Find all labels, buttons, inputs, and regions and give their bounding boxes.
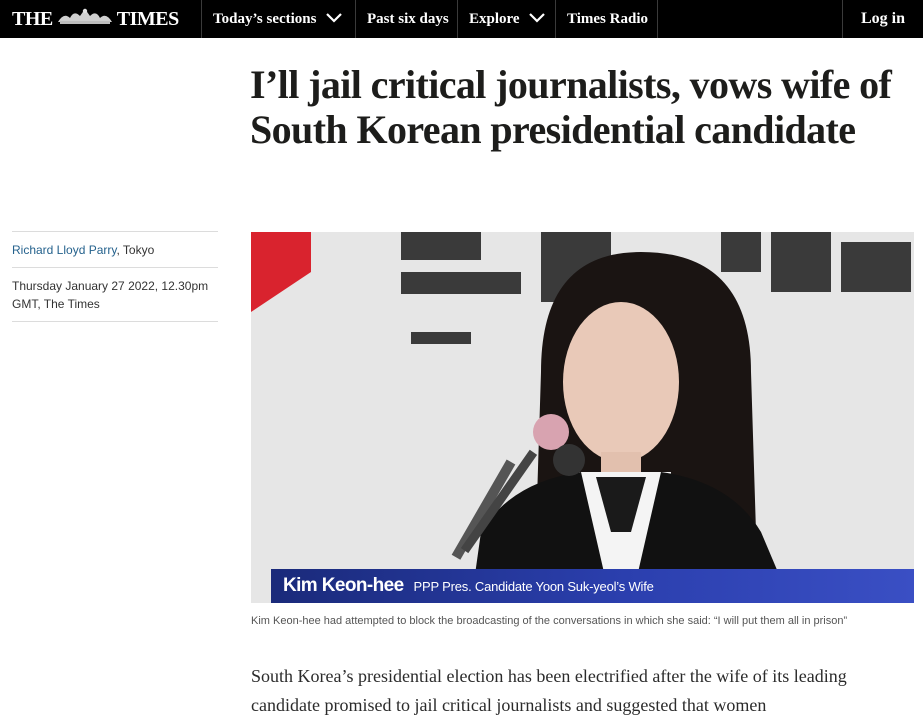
article-body-paragraph: South Korea’s presidential election has …: [251, 666, 847, 715]
author-link[interactable]: Richard Lloyd Parry: [12, 243, 116, 257]
nav-past-six-days-label: Past six days: [367, 10, 449, 27]
chevron-down-icon: [325, 11, 342, 28]
nav-past-six-days[interactable]: Past six days: [355, 0, 457, 38]
chevron-down-icon: [528, 11, 545, 28]
nav-todays-sections[interactable]: Today’s sections: [201, 0, 356, 38]
hero-photo-illustration: [251, 232, 914, 603]
byline: Richard Lloyd Parry, Tokyo: [12, 231, 218, 267]
login-button[interactable]: Log in: [842, 0, 923, 38]
tv-lower-third-banner: Kim Keon-hee PPP Pres. Candidate Yoon Su…: [271, 569, 914, 603]
nav-todays-sections-label: Today’s sections: [213, 10, 317, 27]
lower-third-role: PPP Pres. Candidate Yoon Suk-yeol’s Wife: [413, 578, 654, 594]
logo-text-the: THE: [12, 7, 53, 30]
nav-times-radio[interactable]: Times Radio: [555, 0, 658, 38]
dateline: Thursday January 27 2022, 12.30pm GMT, T…: [12, 267, 218, 322]
nav-explore[interactable]: Explore: [457, 0, 556, 38]
royal-crest-icon: [56, 6, 114, 32]
article-meta: Richard Lloyd Parry, Tokyo Thursday Janu…: [12, 231, 218, 322]
logo-text-times: TIMES: [116, 7, 179, 30]
times-logo[interactable]: THE TIMES: [0, 0, 201, 38]
lower-third-name: Kim Keon-hee: [283, 575, 404, 596]
byline-location: , Tokyo: [116, 243, 155, 257]
article-hero-image: Kim Keon-hee PPP Pres. Candidate Yoon Su…: [251, 232, 914, 603]
image-caption: Kim Keon-hee had attempted to block the …: [251, 615, 848, 627]
article-headline: I’ll jail critical journalists, vows wif…: [250, 62, 892, 152]
top-nav-bar: THE TIMES Today’s sections Past six days…: [0, 0, 923, 38]
nav-times-radio-label: Times Radio: [567, 10, 648, 27]
nav-explore-label: Explore: [469, 10, 520, 27]
